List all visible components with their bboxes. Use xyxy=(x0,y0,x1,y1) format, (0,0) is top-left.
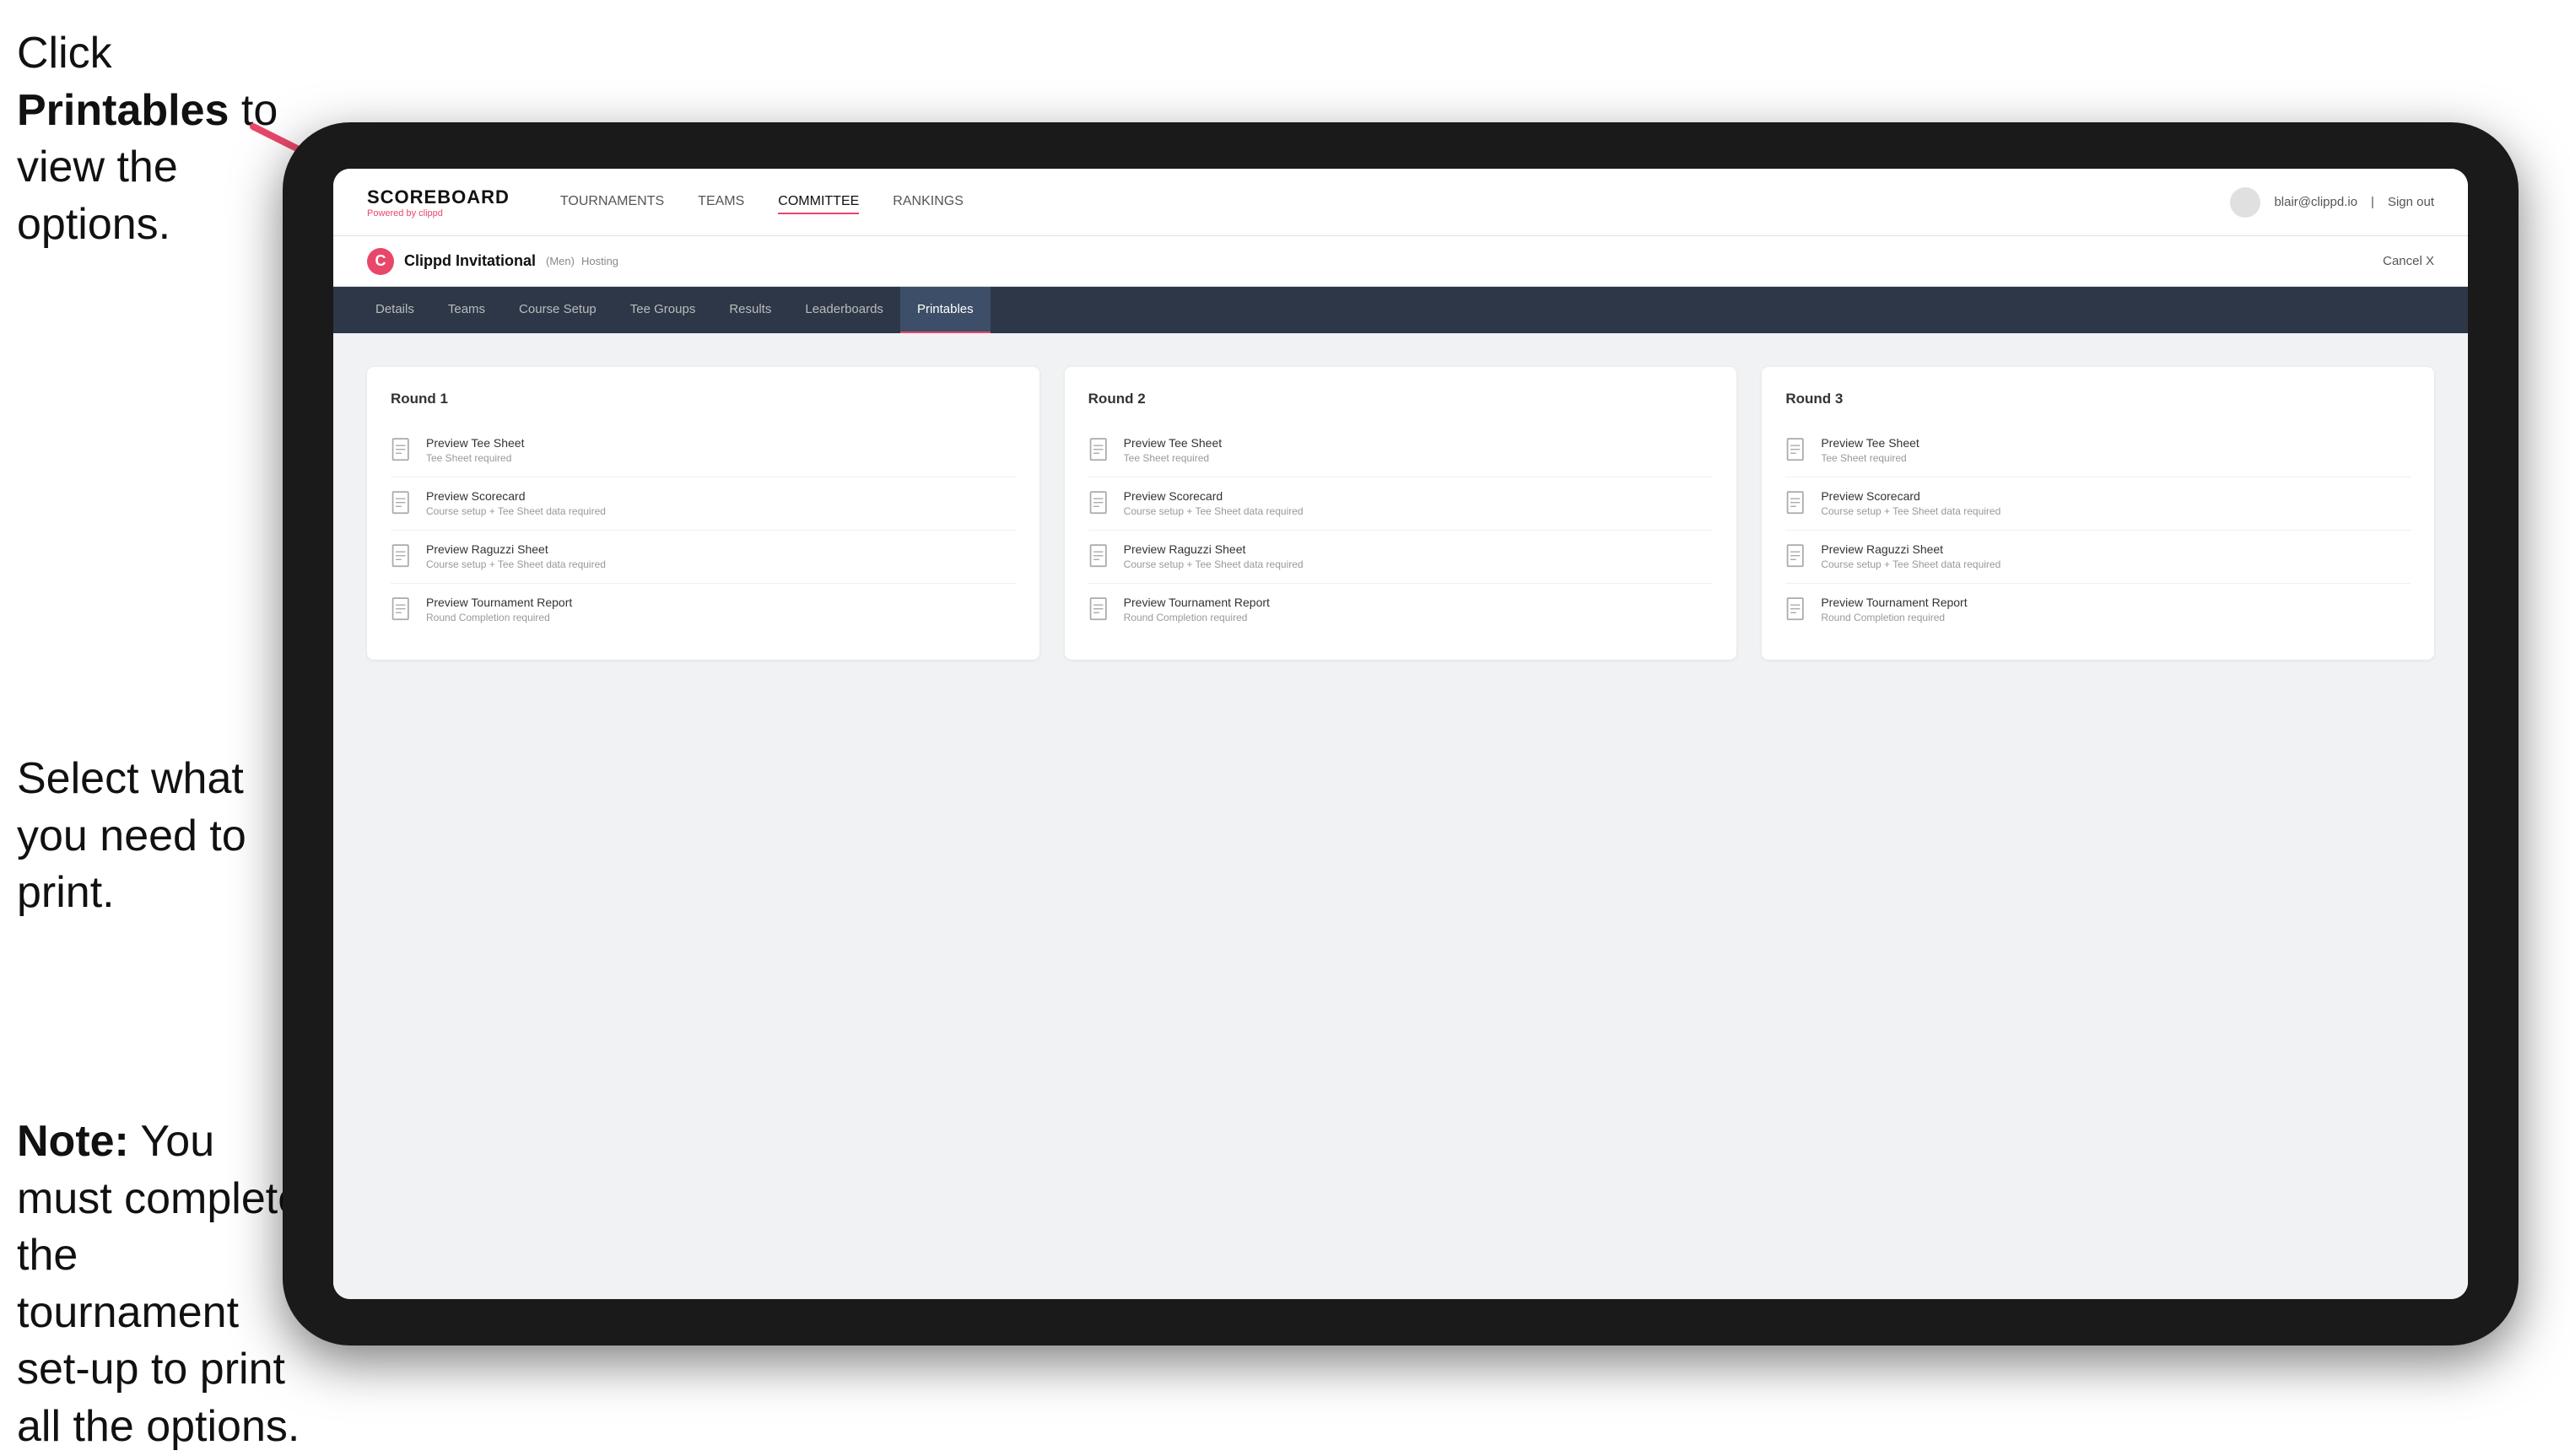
doc-icon-r2-2 xyxy=(1088,491,1112,518)
round-3-raguzzi[interactable]: Preview Raguzzi Sheet Course setup + Tee… xyxy=(1785,531,2411,584)
round-1-tournament-report[interactable]: Preview Tournament Report Round Completi… xyxy=(391,584,1016,636)
round-2-tee-sheet[interactable]: Preview Tee Sheet Tee Sheet required xyxy=(1088,424,1714,477)
round-2-tee-sheet-title: Preview Tee Sheet xyxy=(1124,436,1222,450)
instruction-middle: Select what you need to print. xyxy=(17,751,287,922)
round-3-title: Round 3 xyxy=(1785,391,2411,407)
round-3-scorecard-subtitle: Course setup + Tee Sheet data required xyxy=(1821,505,2000,517)
tab-details[interactable]: Details xyxy=(359,287,431,333)
round-2-raguzzi[interactable]: Preview Raguzzi Sheet Course setup + Tee… xyxy=(1088,531,1714,584)
tournament-header: C Clippd Invitational (Men) Hosting Canc… xyxy=(333,236,2468,287)
top-nav: SCOREBOARD Powered by clippd TOURNAMENTS… xyxy=(333,169,2468,236)
round-1-tee-sheet-title: Preview Tee Sheet xyxy=(426,436,524,450)
document-icon-2 xyxy=(391,491,414,518)
round-1-tournament-report-text: Preview Tournament Report Round Completi… xyxy=(426,596,572,623)
nav-teams[interactable]: TEAMS xyxy=(698,191,744,214)
nav-right: blair@clippd.io | Sign out xyxy=(2230,187,2434,218)
tab-teams[interactable]: Teams xyxy=(431,287,502,333)
round-2-scorecard-subtitle: Course setup + Tee Sheet data required xyxy=(1124,505,1304,517)
tournament-badge: (Men) xyxy=(546,255,575,267)
round-1-tee-sheet-subtitle: Tee Sheet required xyxy=(426,452,524,464)
note-bold: Note: xyxy=(17,1117,129,1166)
round-2-scorecard-title: Preview Scorecard xyxy=(1124,489,1304,503)
round-1-tee-sheet[interactable]: Preview Tee Sheet Tee Sheet required xyxy=(391,424,1016,477)
round-2-tee-sheet-subtitle: Tee Sheet required xyxy=(1124,452,1222,464)
scoreboard-logo: SCOREBOARD Powered by clippd xyxy=(367,186,510,218)
round-3-tee-sheet-subtitle: Tee Sheet required xyxy=(1821,452,1919,464)
document-icon-4 xyxy=(391,597,414,624)
round-1-raguzzi[interactable]: Preview Raguzzi Sheet Course setup + Tee… xyxy=(391,531,1016,584)
round-1-tournament-report-subtitle: Round Completion required xyxy=(426,612,572,623)
rounds-grid: Round 1 Preview Tee Sheet Tee Sheet requ… xyxy=(367,367,2434,660)
tournament-status: Hosting xyxy=(581,255,618,267)
scoreboard-title: SCOREBOARD xyxy=(367,186,510,208)
user-avatar xyxy=(2230,187,2260,218)
round-1-scorecard-subtitle: Course setup + Tee Sheet data required xyxy=(426,505,606,517)
doc-icon-r2-4 xyxy=(1088,597,1112,624)
document-icon-3 xyxy=(391,544,414,571)
user-email: blair@clippd.io xyxy=(2274,195,2357,209)
round-2-scorecard[interactable]: Preview Scorecard Course setup + Tee She… xyxy=(1088,477,1714,531)
doc-icon-r3-4 xyxy=(1785,597,1809,624)
powered-by: Powered by clippd xyxy=(367,208,510,218)
nav-rankings[interactable]: RANKINGS xyxy=(893,191,964,214)
nav-tournaments[interactable]: TOURNAMENTS xyxy=(560,191,664,214)
round-2-section: Round 2 Preview Tee Sheet Tee Sheet requ… xyxy=(1065,367,1737,660)
round-3-tournament-report-subtitle: Round Completion required xyxy=(1821,612,1967,623)
tab-tee-groups[interactable]: Tee Groups xyxy=(613,287,713,333)
nav-committee[interactable]: COMMITTEE xyxy=(778,191,859,214)
round-1-scorecard[interactable]: Preview Scorecard Course setup + Tee She… xyxy=(391,477,1016,531)
doc-icon-r3-2 xyxy=(1785,491,1809,518)
sub-nav: Details Teams Course Setup Tee Groups Re… xyxy=(333,287,2468,333)
cancel-button[interactable]: Cancel X xyxy=(2383,254,2434,268)
doc-icon-r3-3 xyxy=(1785,544,1809,571)
round-1-title: Round 1 xyxy=(391,391,1016,407)
tablet: SCOREBOARD Powered by clippd TOURNAMENTS… xyxy=(283,122,2519,1345)
doc-icon-r3-1 xyxy=(1785,438,1809,465)
round-2-tournament-report-subtitle: Round Completion required xyxy=(1124,612,1270,623)
round-3-scorecard-title: Preview Scorecard xyxy=(1821,489,2000,503)
round-1-tournament-report-title: Preview Tournament Report xyxy=(426,596,572,609)
main-content: Round 1 Preview Tee Sheet Tee Sheet requ… xyxy=(333,333,2468,1299)
round-3-tee-sheet-title: Preview Tee Sheet xyxy=(1821,436,1919,450)
tab-leaderboards[interactable]: Leaderboards xyxy=(788,287,900,333)
round-2-title: Round 2 xyxy=(1088,391,1714,407)
round-1-tee-sheet-text: Preview Tee Sheet Tee Sheet required xyxy=(426,436,524,464)
document-icon xyxy=(391,438,414,465)
round-1-raguzzi-subtitle: Course setup + Tee Sheet data required xyxy=(426,558,606,570)
round-3-tournament-report-title: Preview Tournament Report xyxy=(1821,596,1967,609)
sign-out-link[interactable]: Sign out xyxy=(2388,195,2434,209)
separator: | xyxy=(2371,195,2374,209)
round-1-scorecard-title: Preview Scorecard xyxy=(426,489,606,503)
tablet-screen: SCOREBOARD Powered by clippd TOURNAMENTS… xyxy=(333,169,2468,1299)
doc-icon-r2-1 xyxy=(1088,438,1112,465)
round-1-section: Round 1 Preview Tee Sheet Tee Sheet requ… xyxy=(367,367,1039,660)
tab-results[interactable]: Results xyxy=(712,287,788,333)
round-3-raguzzi-title: Preview Raguzzi Sheet xyxy=(1821,542,2000,556)
main-nav: TOURNAMENTS TEAMS COMMITTEE RANKINGS xyxy=(560,191,2231,214)
round-3-scorecard[interactable]: Preview Scorecard Course setup + Tee She… xyxy=(1785,477,2411,531)
round-1-raguzzi-title: Preview Raguzzi Sheet xyxy=(426,542,606,556)
instruction-bottom: Note: You must complete the tournament s… xyxy=(17,1114,304,1456)
round-2-tournament-report-title: Preview Tournament Report xyxy=(1124,596,1270,609)
round-2-tournament-report[interactable]: Preview Tournament Report Round Completi… xyxy=(1088,584,1714,636)
round-2-raguzzi-subtitle: Course setup + Tee Sheet data required xyxy=(1124,558,1304,570)
round-3-tee-sheet[interactable]: Preview Tee Sheet Tee Sheet required xyxy=(1785,424,2411,477)
round-3-raguzzi-subtitle: Course setup + Tee Sheet data required xyxy=(1821,558,2000,570)
printables-bold: Printables xyxy=(17,86,229,135)
round-1-scorecard-text: Preview Scorecard Course setup + Tee She… xyxy=(426,489,606,517)
tournament-logo: C xyxy=(367,248,394,275)
round-1-raguzzi-text: Preview Raguzzi Sheet Course setup + Tee… xyxy=(426,542,606,570)
tab-course-setup[interactable]: Course Setup xyxy=(502,287,613,333)
tab-printables[interactable]: Printables xyxy=(900,287,991,333)
doc-icon-r2-3 xyxy=(1088,544,1112,571)
round-2-raguzzi-title: Preview Raguzzi Sheet xyxy=(1124,542,1304,556)
tournament-name: Clippd Invitational xyxy=(404,252,536,270)
round-3-section: Round 3 Preview Tee Sheet Tee Sheet requ… xyxy=(1762,367,2434,660)
round-3-tournament-report[interactable]: Preview Tournament Report Round Completi… xyxy=(1785,584,2411,636)
